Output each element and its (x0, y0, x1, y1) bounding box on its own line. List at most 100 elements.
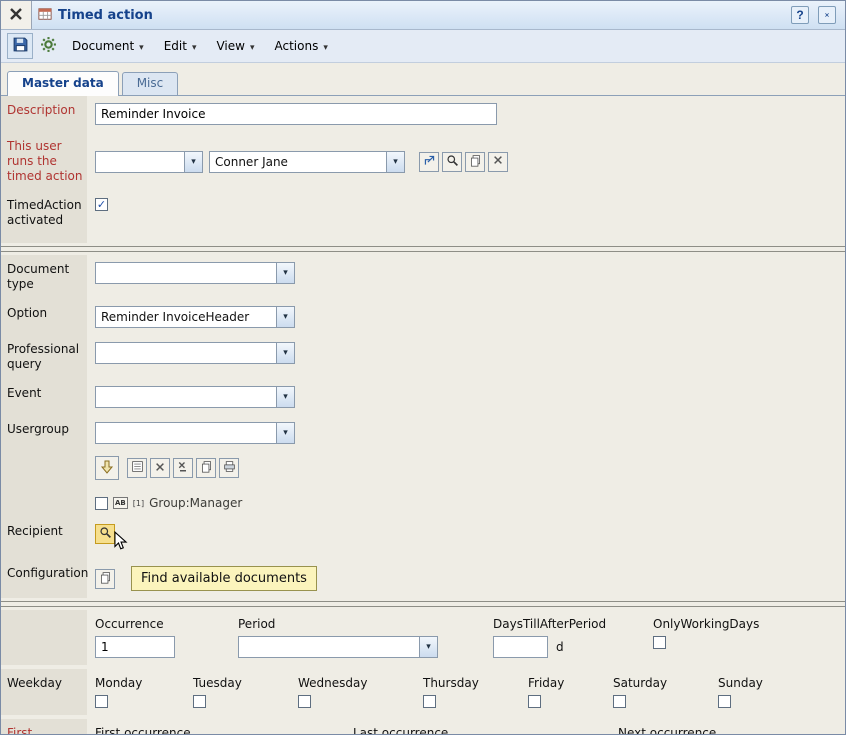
search-user-button[interactable] (442, 152, 462, 172)
menu-view[interactable]: View (207, 35, 263, 57)
configuration-button[interactable] (95, 569, 115, 589)
usergroup-row: Usergroup (1, 415, 845, 517)
run-user-select[interactable]: Conner Jane (209, 151, 405, 173)
next-occurrence-field: Next occurrence (618, 726, 821, 735)
weekday-sunday: Sunday (718, 676, 763, 708)
option-select[interactable]: Reminder InvoiceHeader (95, 306, 295, 328)
last-occurrence-header: Last occurrence (353, 726, 618, 735)
chevron-down-icon[interactable] (184, 152, 202, 172)
configuration-label: Configuration (1, 559, 87, 598)
ab-badge-icon: AB (113, 497, 128, 509)
monday-checkbox[interactable] (95, 695, 108, 708)
tuesday-checkbox[interactable] (193, 695, 206, 708)
chevron-down-icon[interactable] (276, 343, 294, 363)
next-occurrence-header: Next occurrence (618, 726, 821, 735)
professional-query-select[interactable] (95, 342, 295, 364)
friday-label: Friday (528, 676, 613, 690)
period-select[interactable] (238, 636, 438, 658)
sunday-checkbox[interactable] (718, 695, 731, 708)
chevron-down-icon (139, 39, 144, 53)
weekday-label: Weekday (1, 669, 87, 715)
wednesday-checkbox[interactable] (298, 695, 311, 708)
usergroup-toolbar (95, 456, 239, 480)
usergroup-label: Usergroup (1, 415, 87, 517)
occurrence-dates-row: First occurrence First occurrence (1, 719, 845, 735)
tab-misc[interactable]: Misc (122, 72, 179, 95)
chevron-down-icon[interactable] (386, 152, 404, 172)
copy-list-button[interactable] (196, 458, 216, 478)
tooltip: Find available documents (131, 566, 317, 591)
tab-master-data[interactable]: Master data (7, 71, 119, 96)
document-type-select[interactable] (95, 262, 295, 284)
thursday-checkbox[interactable] (423, 695, 436, 708)
event-row: Event (1, 379, 845, 415)
days-till-input[interactable] (493, 636, 548, 658)
menu-document[interactable]: Document (63, 35, 153, 57)
separator (1, 601, 845, 607)
chevron-down-icon[interactable] (276, 263, 294, 283)
weekday-friday: Friday (528, 676, 613, 708)
occurrence-header: Occurrence (95, 617, 238, 631)
chevron-down-icon (250, 39, 255, 53)
recipient-label: Recipient (1, 517, 87, 559)
table-icon (38, 7, 52, 24)
event-label: Event (1, 379, 87, 415)
user-role-select[interactable] (95, 151, 203, 173)
print-list-button[interactable] (219, 458, 239, 478)
activated-row: TimedAction activated (1, 191, 845, 243)
weekday-row: Weekday Monday Tuesday Wednesday Thursda… (1, 669, 845, 715)
documents-icon (99, 571, 112, 587)
refresh-settings-button[interactable] (35, 33, 61, 59)
add-to-list-button[interactable] (95, 456, 119, 480)
chevron-down-icon[interactable] (419, 637, 437, 657)
chevron-down-icon[interactable] (276, 307, 294, 327)
period-field: Period (238, 617, 493, 658)
occurrence-input[interactable] (95, 636, 175, 658)
chevron-down-icon[interactable] (276, 423, 294, 443)
timedaction-activated-checkbox[interactable] (95, 198, 108, 211)
menu-document-label: Document (72, 39, 134, 53)
weekday-saturday: Saturday (613, 676, 718, 708)
recipient-search-button[interactable] (95, 524, 115, 544)
schedule-row: Occurrence Period DaysTillAfterPeriod d … (1, 610, 845, 665)
separator (1, 246, 845, 252)
titlebar-main: Timed action ? (32, 1, 845, 29)
list-icon (131, 460, 144, 476)
copy-icon (200, 460, 213, 476)
saturday-checkbox[interactable] (613, 695, 626, 708)
help-button[interactable]: ? (791, 6, 809, 24)
friday-checkbox[interactable] (528, 695, 541, 708)
description-row: Description (1, 96, 845, 132)
gear-icon (40, 36, 57, 56)
weekday-monday: Monday (95, 676, 193, 708)
chevron-down-icon (192, 39, 197, 53)
toolbar: Document Edit View Actions (1, 30, 845, 63)
usergroup-select[interactable] (95, 422, 295, 444)
app-close-logo[interactable] (1, 1, 32, 29)
chevron-down-icon (323, 39, 328, 53)
menu-edit[interactable]: Edit (155, 35, 206, 57)
menu-actions[interactable]: Actions (266, 35, 337, 57)
goto-arrow-icon (423, 154, 436, 170)
member-checkbox[interactable] (95, 497, 108, 510)
close-button[interactable] (818, 6, 836, 24)
copy-user-button[interactable] (465, 152, 485, 172)
professional-query-value (96, 343, 276, 363)
chevron-down-icon[interactable] (276, 387, 294, 407)
event-select[interactable] (95, 386, 295, 408)
professional-query-label: Professional query (1, 335, 87, 379)
menu-actions-label: Actions (275, 39, 319, 53)
days-till-field: DaysTillAfterPeriod d (493, 617, 653, 658)
save-button[interactable] (7, 33, 33, 59)
clear-user-button[interactable] (488, 152, 508, 172)
mouse-cursor-icon (113, 531, 128, 554)
remove-all-button[interactable] (173, 458, 193, 478)
open-record-button[interactable] (419, 152, 439, 172)
window-title: Timed action (58, 8, 153, 23)
remove-entry-button[interactable] (150, 458, 170, 478)
description-input[interactable] (95, 103, 497, 125)
only-working-days-checkbox[interactable] (653, 636, 666, 649)
first-occurrence-label: First occurrence (1, 719, 87, 735)
list-button[interactable] (127, 458, 147, 478)
period-value (239, 637, 419, 657)
